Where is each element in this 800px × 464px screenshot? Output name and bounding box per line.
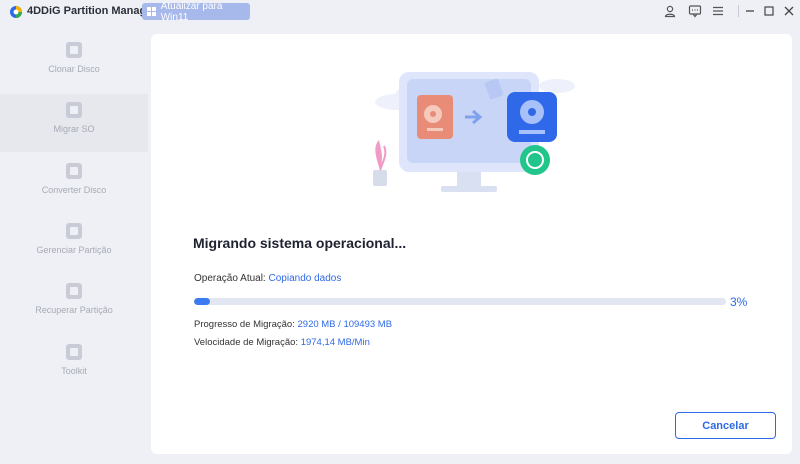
title-bar: 4DDiG Partition Manager Atualizar para W… [0,0,800,24]
user-icon[interactable] [663,4,677,18]
sidebar: Clonar Disco Migrar SO Converter Disco G… [0,34,148,454]
progress-fill [194,298,210,305]
sidebar-item-migrate-os[interactable]: Migrar SO [0,94,148,152]
toolkit-icon [66,344,82,360]
sidebar-item-convert-disk[interactable]: Converter Disco [0,155,148,213]
page-title: Migrando sistema operacional... [193,235,407,251]
minimize-icon[interactable] [743,4,757,18]
migration-done: 2920 MB [297,319,336,330]
migrate-os-icon [66,102,82,118]
clone-disk-icon [66,42,82,58]
cancel-button[interactable]: Cancelar [675,412,776,439]
menu-icon[interactable] [711,4,725,18]
app-logo-icon [10,6,22,18]
migration-speed: Velocidade de Migração: 1974,14 MB/Min [194,337,370,348]
migration-illustration [373,72,575,192]
manage-partition-icon [66,223,82,239]
sidebar-item-toolkit[interactable]: Toolkit [0,336,148,394]
recover-partition-icon [66,283,82,299]
migration-total: 109493 MB [343,319,393,330]
feedback-icon[interactable] [688,4,702,18]
maximize-icon[interactable] [762,4,776,18]
sidebar-item-clone-disk[interactable]: Clonar Disco [0,34,148,92]
app-title: 4DDiG Partition Manager [27,5,157,17]
sidebar-item-recover-partition[interactable]: Recuperar Partição [0,275,148,333]
speed-label: Velocidade de Migração: [194,337,299,348]
sidebar-item-label: Gerenciar Partição [36,245,112,255]
speed-value: 1974,14 MB/Min [300,337,370,348]
progress-bar [194,298,726,305]
migration-label: Progresso de Migração: [194,319,295,330]
upgrade-label: Atualizar para Win11 [160,0,223,23]
sidebar-item-label: Toolkit [61,366,87,376]
migration-progress: Progresso de Migração: 2920 MB / 109493 … [194,319,392,330]
operation-value: Copiando dados [268,273,342,284]
sidebar-item-label: Migrar SO [53,124,95,134]
close-icon[interactable] [782,4,796,18]
convert-disk-icon [66,163,82,179]
titlebar-divider [738,5,739,17]
progress-percent: 3% [730,295,748,309]
operation-label: Operação Atual: [194,273,266,284]
sidebar-item-label: Clonar Disco [48,64,100,74]
current-operation: Operação Atual: Copiando dados [194,273,341,284]
windows-icon [147,7,156,16]
sidebar-item-label: Converter Disco [41,185,107,195]
sidebar-item-manage-partition[interactable]: Gerenciar Partição [0,215,148,273]
main-panel: Migrando sistema operacional... Operação… [151,34,792,454]
upgrade-win11-button[interactable]: Atualizar para Win11 [142,0,250,23]
sidebar-item-label: Recuperar Partição [35,305,113,315]
